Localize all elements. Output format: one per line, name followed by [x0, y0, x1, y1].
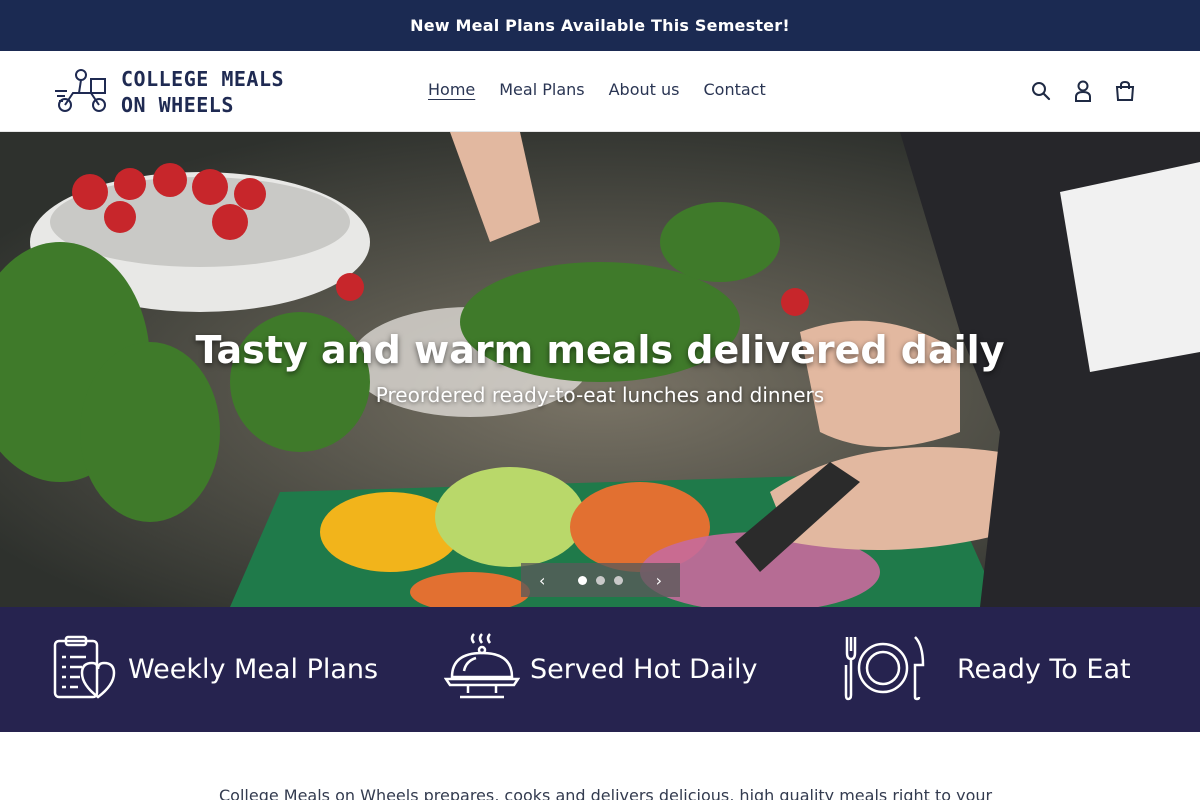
main-nav: Home Meal Plans About us Contact	[428, 79, 766, 101]
slide-dot-1[interactable]	[578, 575, 587, 585]
clipboard-heart-icon	[52, 635, 118, 705]
logo-text: COLLEGE MEALS ON WHEELS	[121, 66, 284, 118]
feature-weekly-meal-plans: Weekly Meal Plans	[52, 607, 378, 732]
cart-icon[interactable]	[1114, 79, 1136, 103]
header-actions	[1030, 79, 1136, 103]
slideshow-controls: ‹ ›	[521, 563, 680, 597]
hero-title: Tasty and warm meals delivered daily	[195, 328, 1005, 372]
site-logo[interactable]: COLLEGE MEALS ON WHEELS	[53, 65, 298, 119]
nav-about-us[interactable]: About us	[609, 79, 680, 101]
search-icon[interactable]	[1030, 79, 1052, 103]
nav-meal-plans[interactable]: Meal Plans	[499, 79, 584, 101]
features-band: Weekly Meal Plans Served Hot Daily Ready…	[0, 607, 1200, 732]
slide-dot-2[interactable]	[596, 575, 605, 585]
feature-label: Served Hot Daily	[530, 654, 758, 685]
feature-label: Ready To Eat	[957, 654, 1131, 685]
nav-contact[interactable]: Contact	[703, 79, 765, 101]
announcement-text: New Meal Plans Available This Semester!	[410, 16, 790, 35]
nav-home[interactable]: Home	[428, 79, 475, 101]
hero-slideshow: Tasty and warm meals delivered daily Pre…	[0, 132, 1200, 607]
plate-fork-knife-icon	[843, 635, 927, 705]
feature-label: Weekly Meal Plans	[128, 654, 379, 685]
delivery-scooter-icon	[53, 65, 115, 119]
feature-ready-to-eat: Ready To Eat	[843, 607, 1131, 732]
announcement-bar: New Meal Plans Available This Semester!	[0, 0, 1200, 51]
slide-dot-3[interactable]	[614, 575, 623, 585]
intro-paragraph: College Meals on Wheels prepares, cooks …	[219, 786, 993, 800]
logo-line-2: ON WHEELS	[121, 93, 234, 117]
hero-subtitle: Preordered ready-to-eat lunches and dinn…	[375, 383, 825, 407]
feature-served-hot-daily: Served Hot Daily	[443, 607, 758, 732]
site-header: COLLEGE MEALS ON WHEELS Home Meal Plans …	[0, 51, 1200, 132]
slide-dots	[578, 575, 623, 585]
chevron-left-icon[interactable]: ‹	[539, 571, 545, 590]
logo-line-1: COLLEGE MEALS	[121, 67, 285, 91]
cloche-icon	[443, 632, 521, 707]
chevron-right-icon[interactable]: ›	[656, 571, 662, 590]
account-icon[interactable]	[1072, 79, 1094, 103]
